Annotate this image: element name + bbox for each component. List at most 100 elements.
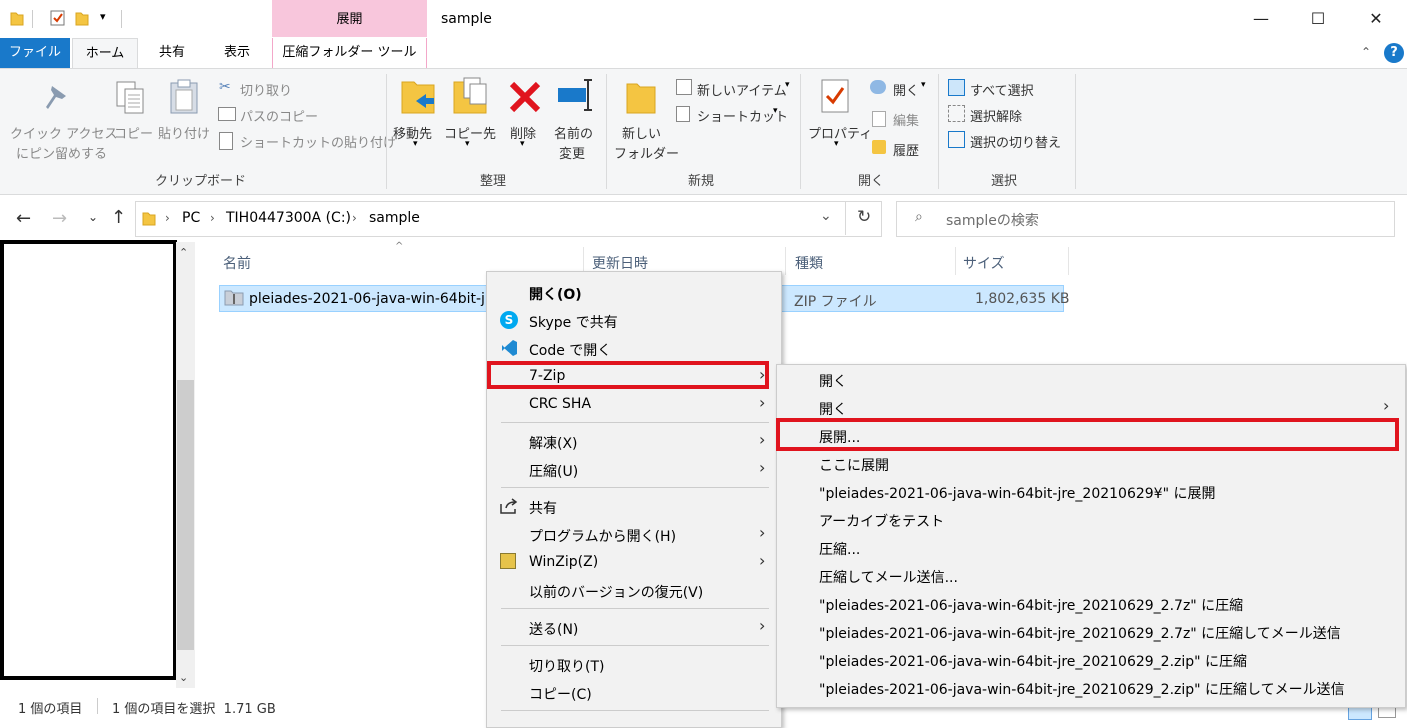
back-arrow-icon[interactable]: ←: [16, 208, 31, 229]
column-divider[interactable]: [955, 247, 956, 275]
help-icon[interactable]: ?: [1384, 43, 1404, 63]
recent-locations-icon[interactable]: ⌄: [88, 210, 98, 224]
breadcrumb-pc[interactable]: PC: [182, 210, 200, 226]
group-divider: [606, 74, 607, 189]
select-all-icon: [948, 79, 965, 96]
column-header-date[interactable]: 更新日時: [592, 253, 648, 273]
close-button[interactable]: ✕: [1353, 8, 1399, 30]
new-folder-line1[interactable]: 新しい: [622, 123, 661, 142]
breadcrumb-drive[interactable]: TIH0447300A (C:): [226, 210, 351, 226]
status-divider: [97, 698, 98, 714]
submenu-arrow-icon: ›: [759, 430, 766, 449]
menu-item-compress[interactable]: 圧縮(U): [529, 461, 578, 481]
submenu-item-compress-7z[interactable]: "pleiades-2021-06-java-win-64bit-jre_202…: [819, 595, 1243, 615]
edit-button[interactable]: 編集: [893, 110, 919, 129]
scroll-down-icon[interactable]: ⌄: [179, 671, 188, 684]
up-arrow-icon[interactable]: ↑: [111, 207, 126, 228]
nav-scrollbar-thumb[interactable]: [177, 380, 194, 650]
chevron-right-icon[interactable]: ›: [165, 211, 170, 225]
select-none-button[interactable]: 選択解除: [970, 106, 1022, 125]
file-name[interactable]: pleiades-2021-06-java-win-64bit-jre: [249, 291, 499, 307]
column-header-size[interactable]: サイズ: [963, 253, 1005, 273]
rename-button-line2[interactable]: 変更: [559, 143, 585, 162]
column-header-name[interactable]: 名前: [223, 253, 251, 273]
paste-button[interactable]: 貼り付け: [158, 123, 210, 142]
menu-item-winzip[interactable]: WinZip(Z): [529, 554, 598, 570]
new-folder-icon[interactable]: [75, 10, 89, 26]
menu-item-cut[interactable]: 切り取り(T): [529, 656, 604, 676]
tab-compressed-folder-tools[interactable]: 圧縮フォルダー ツール: [272, 38, 427, 68]
rename-button-line1[interactable]: 名前の: [554, 123, 593, 142]
history-button[interactable]: 履歴: [893, 140, 919, 159]
chevron-down-icon: ▾: [785, 80, 790, 90]
menu-item-open-with-code[interactable]: Code で開く: [529, 340, 611, 360]
menu-item-skype-share[interactable]: Skype で共有: [529, 312, 618, 332]
open-button[interactable]: 開く: [893, 80, 919, 99]
menu-item-crc-sha[interactable]: CRC SHA: [529, 396, 591, 412]
submenu-item-test-archive[interactable]: アーカイブをテスト: [819, 511, 944, 531]
menu-item-extract[interactable]: 解凍(X): [529, 433, 578, 453]
submenu-item-compress-email[interactable]: 圧縮してメール送信...: [819, 567, 958, 587]
pin-quick-access-line2[interactable]: にピン留めする: [16, 143, 107, 162]
menu-item-open[interactable]: 開く(O): [529, 284, 582, 304]
status-item-count: 1 個の項目: [18, 702, 83, 717]
tab-share[interactable]: 共有: [146, 38, 198, 68]
cut-button[interactable]: 切り取り: [240, 80, 292, 99]
chevron-right-icon[interactable]: ›: [210, 211, 215, 225]
new-folder-line2[interactable]: フォルダー: [614, 143, 679, 162]
pin-quick-access-line1[interactable]: クイック アクセス: [10, 123, 117, 142]
group-divider: [1075, 74, 1076, 189]
menu-item-send-to[interactable]: 送る(N): [529, 619, 578, 639]
submenu-item-open-sub[interactable]: 開く: [819, 399, 847, 419]
copy-path-icon: [218, 107, 236, 121]
refresh-icon[interactable]: ↻: [857, 207, 871, 227]
properties-button[interactable]: プロパティ: [808, 123, 872, 142]
chevron-right-icon[interactable]: ›: [352, 211, 357, 225]
menu-item-open-with[interactable]: プログラムから開く(H): [529, 526, 676, 546]
select-all-button[interactable]: すべて選択: [970, 80, 1034, 99]
tab-view[interactable]: 表示: [210, 38, 264, 68]
qa-dropdown-icon[interactable]: ▾: [100, 10, 106, 23]
minimize-button[interactable]: —: [1238, 8, 1284, 30]
copy-button[interactable]: コピー: [114, 123, 153, 142]
menu-item-share[interactable]: 共有: [529, 498, 557, 518]
new-item-button[interactable]: 新しいアイテム: [697, 80, 787, 99]
new-item-icon: [676, 79, 692, 95]
properties-icon: [820, 78, 852, 120]
submenu-item-compress-zip-email[interactable]: "pleiades-2021-06-java-win-64bit-jre_202…: [819, 679, 1345, 699]
collapse-ribbon-icon[interactable]: ⌃: [1361, 45, 1371, 59]
column-divider[interactable]: [785, 247, 786, 275]
move-to-icon: [400, 76, 436, 120]
group-label-open: 開く: [858, 174, 885, 189]
copy-path-button[interactable]: パスのコピー: [240, 106, 318, 125]
copy-to-button[interactable]: コピー先: [444, 123, 496, 142]
copy-to-icon: [452, 76, 488, 120]
breadcrumb-sample[interactable]: sample: [369, 210, 420, 226]
maximize-button[interactable]: ☐: [1295, 8, 1341, 30]
paste-shortcut-button[interactable]: ショートカットの貼り付け: [240, 132, 396, 151]
group-divider: [800, 74, 801, 189]
submenu-item-compress-zip[interactable]: "pleiades-2021-06-java-win-64bit-jre_202…: [819, 651, 1247, 671]
submenu-item-extract-to-folder[interactable]: "pleiades-2021-06-java-win-64bit-jre_202…: [819, 483, 1215, 503]
invert-selection-button[interactable]: 選択の切り替え: [970, 132, 1061, 151]
column-header-type[interactable]: 種類: [795, 253, 823, 273]
copy-icon: [114, 80, 146, 120]
contextual-tab-extract[interactable]: 展開: [272, 0, 427, 37]
column-divider[interactable]: [1068, 247, 1069, 275]
paste-icon: [168, 78, 200, 120]
sort-ascending-icon: ^: [395, 241, 404, 252]
submenu-item-extract-here[interactable]: ここに展開: [819, 455, 889, 475]
navigation-pane[interactable]: [0, 240, 177, 680]
skype-icon: S: [500, 311, 518, 329]
menu-item-copy[interactable]: コピー(C): [529, 684, 592, 704]
address-dropdown-icon[interactable]: ⌄: [820, 208, 832, 224]
tab-file[interactable]: ファイル: [0, 38, 70, 68]
submenu-item-compress-7z-email[interactable]: "pleiades-2021-06-java-win-64bit-jre_202…: [819, 623, 1341, 643]
forward-arrow-icon[interactable]: →: [52, 208, 67, 229]
tab-home[interactable]: ホーム: [72, 38, 138, 69]
menu-item-restore-previous[interactable]: 以前のバージョンの復元(V): [529, 582, 703, 602]
properties-check-icon[interactable]: [50, 10, 65, 26]
submenu-item-open[interactable]: 開く: [819, 371, 847, 391]
submenu-item-add-to-archive[interactable]: 圧縮...: [819, 539, 860, 559]
scroll-up-icon[interactable]: ⌃: [179, 246, 188, 259]
